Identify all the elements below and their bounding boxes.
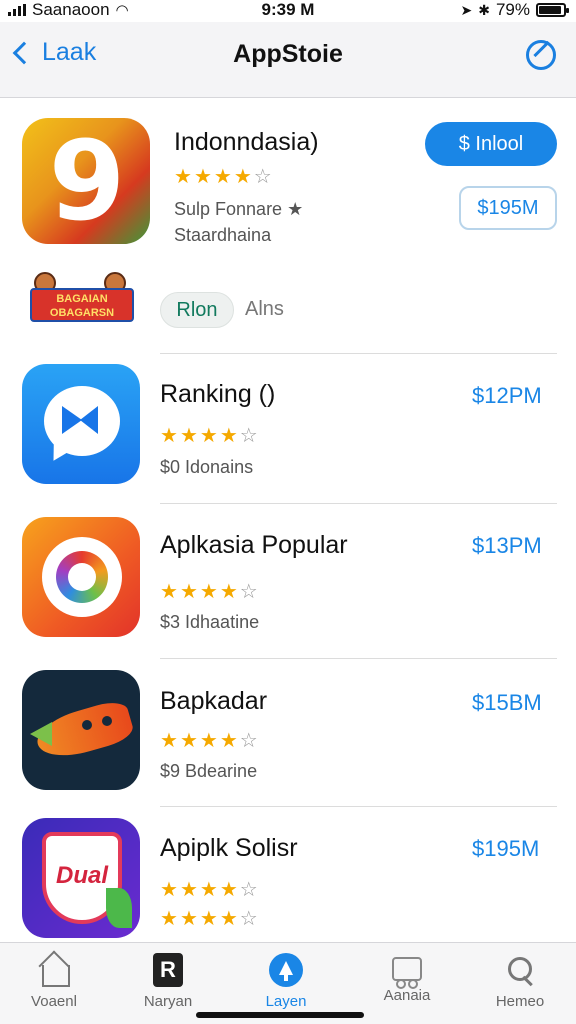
tab-label: Naryan [143, 993, 193, 1010]
navigation-bar: Laak AppStoie [0, 22, 576, 98]
tab-arcade[interactable]: Aanaia [357, 953, 457, 1013]
app-rating: ★ ★ ★ ★ ☆ [160, 425, 258, 447]
location-icon: ➤ [460, 1, 473, 18]
app-rating: ★ ★ ★ ★ ☆ [160, 879, 258, 901]
app-subtitle: $3 Idhaatine [160, 612, 260, 632]
app-rating: ★ ★ ★ ★ ☆ [160, 730, 258, 752]
featured-price-button[interactable]: $195M [459, 186, 557, 230]
arcade-icon [392, 957, 422, 989]
featured-app-title[interactable]: Indonndasia) [174, 128, 319, 157]
app-subtitle: $0 Idonains [160, 457, 254, 477]
install-button[interactable]: $ Inlool [425, 122, 557, 166]
tab-search[interactable]: Hemeo [470, 953, 570, 1013]
divider [160, 658, 557, 659]
app-title[interactable]: Ranking () [160, 380, 275, 409]
fish-fin-icon [30, 722, 52, 746]
app-rating: ★ ★ ★ ★ ☆ [160, 581, 258, 603]
leaf-icon [106, 888, 132, 928]
bolt-icon [62, 406, 82, 434]
featured-developer: Staardhaina [174, 225, 272, 245]
battery-percent: 79% [495, 0, 530, 19]
tab-label: Layen [265, 993, 307, 1010]
app-price[interactable]: $13PM [472, 533, 542, 559]
search-icon [502, 953, 538, 987]
app-subtitle: $9 Bdearine [160, 761, 258, 781]
tab-label: Voaenl [31, 993, 77, 1010]
app-title[interactable]: Bapkadar [160, 687, 267, 716]
app-icon-fish[interactable] [22, 670, 140, 790]
promo-banner[interactable]: BAGAIAN OBAGARSN [26, 272, 138, 332]
divider [160, 503, 557, 504]
status-right: ➤ ✱ 79% [460, 0, 569, 20]
featured-app-icon[interactable]: 9 [22, 118, 150, 244]
nine-logo-icon: 9 [48, 118, 126, 244]
compose-button[interactable] [526, 40, 556, 70]
home-indicator[interactable] [196, 1012, 364, 1018]
home-icon [36, 953, 72, 987]
featured-rating: ★ ★ ★ ★ ☆ [174, 166, 272, 188]
today-icon [153, 953, 183, 987]
tab-home[interactable]: Voaenl [4, 953, 104, 1013]
app-price[interactable]: $15BM [472, 690, 542, 716]
app-title[interactable]: Apiplk Solisr [160, 834, 298, 863]
bluetooth-icon: ✱ [478, 1, 490, 18]
battery-icon [536, 3, 569, 17]
app-title[interactable]: Aplkasia Popular [160, 531, 348, 560]
app-icon-shield[interactable]: Dual [22, 818, 140, 938]
page-title: AppStoie [233, 40, 343, 68]
tab-apps[interactable]: Layen [236, 953, 336, 1013]
ring-logo-icon [68, 563, 96, 591]
tab-label: Aanaia [383, 987, 431, 1004]
category-link[interactable]: Alns [245, 298, 284, 321]
app-icon-messenger[interactable] [22, 364, 140, 484]
app-rating: ★ ★ ★ ★ ☆ [160, 908, 258, 930]
app-price[interactable]: $195M [472, 836, 539, 862]
fish-spot-icon [82, 720, 92, 730]
app-price[interactable]: $12PM [472, 383, 542, 409]
category-chip[interactable]: Rlon [160, 292, 234, 328]
apps-icon [269, 953, 303, 987]
status-bar: Saanaoon ◠ 9:39 M ➤ ✱ 79% [0, 0, 576, 22]
banner-text: BAGAIAN OBAGARSN [30, 288, 134, 322]
divider [160, 353, 557, 354]
divider [160, 806, 557, 807]
tab-today[interactable]: Naryan [118, 953, 218, 1013]
shield-text: Dual [55, 862, 108, 889]
tab-label: Hemeo [495, 993, 545, 1010]
featured-subtitle: Sulp Fonnare ★ [174, 199, 304, 219]
app-icon-popular[interactable] [22, 517, 140, 637]
bolt-icon [80, 406, 98, 434]
fish-spot-icon [102, 716, 112, 726]
